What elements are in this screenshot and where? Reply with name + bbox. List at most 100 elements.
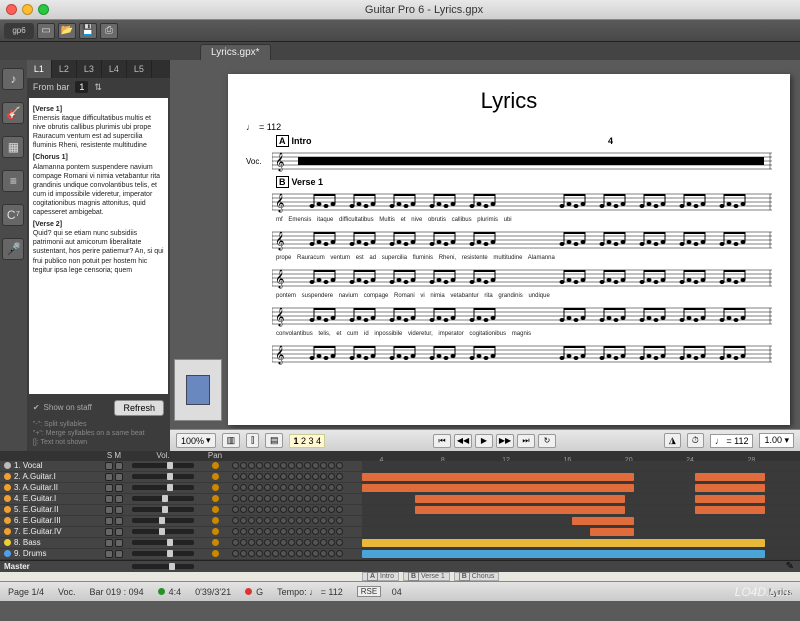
eq-knob[interactable] — [256, 484, 263, 491]
eq-knob[interactable] — [304, 495, 311, 502]
track-row[interactable]: 8. Bass — [0, 538, 800, 549]
eq-knob[interactable] — [280, 539, 287, 546]
eq-knob[interactable] — [272, 484, 279, 491]
eq-knob[interactable] — [320, 495, 327, 502]
eq-knob[interactable] — [320, 528, 327, 535]
track-timeline[interactable] — [362, 494, 800, 504]
mixer-edit-icon[interactable]: ✎ — [786, 561, 794, 572]
eq-knob[interactable] — [288, 462, 295, 469]
forward-button[interactable]: ▶▶ — [496, 434, 514, 448]
eq-knob[interactable] — [296, 484, 303, 491]
zoom-select[interactable]: 100% ▾ — [176, 433, 216, 448]
eq-knob[interactable] — [232, 495, 239, 502]
eq-knob[interactable] — [288, 506, 295, 513]
eq-knob[interactable] — [336, 495, 343, 502]
eq-knob[interactable] — [312, 528, 319, 535]
eq-knob[interactable] — [248, 506, 255, 513]
first-button[interactable]: ⏮ — [433, 434, 451, 448]
solo-button[interactable] — [105, 495, 113, 503]
eq-knob[interactable] — [280, 517, 287, 524]
eq-knob[interactable] — [232, 462, 239, 469]
eq-knob[interactable] — [264, 517, 271, 524]
track-timeline[interactable] — [362, 549, 800, 559]
eq-knob[interactable] — [320, 506, 327, 513]
eq-knob[interactable] — [272, 539, 279, 546]
track-row[interactable]: 9. Drums — [0, 549, 800, 560]
track-row[interactable]: 6. E.Guitar.III — [0, 516, 800, 527]
from-bar-value[interactable]: 1 — [75, 81, 88, 93]
eq-knob[interactable] — [328, 506, 335, 513]
eq-knob[interactable] — [328, 539, 335, 546]
lyrics-tab-l4[interactable]: L4 — [102, 60, 127, 78]
eq-knob[interactable] — [264, 506, 271, 513]
eq-knob[interactable] — [232, 550, 239, 557]
eq-knob[interactable] — [336, 550, 343, 557]
eq-knob[interactable] — [256, 495, 263, 502]
eq-knob[interactable] — [304, 539, 311, 546]
eq-knob[interactable] — [248, 528, 255, 535]
eq-knob[interactable] — [296, 528, 303, 535]
eq-knob[interactable] — [328, 528, 335, 535]
eq-knob[interactable] — [320, 517, 327, 524]
track-row[interactable]: 2. A.Guitar.I — [0, 472, 800, 483]
mute-button[interactable] — [115, 473, 123, 481]
solo-button[interactable] — [105, 473, 113, 481]
speed-field[interactable]: 1.00 ▾ — [759, 433, 794, 448]
eq-knob[interactable] — [328, 484, 335, 491]
eq-knob[interactable] — [256, 550, 263, 557]
eq-knob[interactable] — [232, 473, 239, 480]
lyrics-tab-l3[interactable]: L3 — [77, 60, 102, 78]
eq-knob[interactable] — [240, 539, 247, 546]
eq-knob[interactable] — [328, 462, 335, 469]
eq-knob[interactable] — [264, 539, 271, 546]
eq-knob[interactable] — [288, 550, 295, 557]
tempo-field[interactable]: ♩ = 112 — [710, 434, 754, 448]
eq-knob[interactable] — [312, 484, 319, 491]
eq-knob[interactable] — [336, 473, 343, 480]
close-button[interactable] — [6, 4, 17, 15]
eq-knob[interactable] — [272, 550, 279, 557]
eq-knob[interactable] — [264, 484, 271, 491]
eq-knob[interactable] — [256, 539, 263, 546]
eq-knob[interactable] — [336, 462, 343, 469]
eq-knob[interactable] — [296, 495, 303, 502]
eq-knob[interactable] — [336, 528, 343, 535]
eq-knob[interactable] — [320, 462, 327, 469]
mute-button[interactable] — [115, 506, 123, 514]
eq-knob[interactable] — [288, 528, 295, 535]
score-page[interactable]: Lyrics ♩ = 112 AIntro 4 Voc. 𝄞 — [228, 74, 790, 425]
show-on-staff-check[interactable]: ✔ — [33, 403, 40, 412]
last-button[interactable]: ⏭ — [517, 434, 535, 448]
eq-knob[interactable] — [240, 506, 247, 513]
eq-knob[interactable] — [312, 517, 319, 524]
volume-slider[interactable] — [132, 496, 194, 501]
eq-knob[interactable] — [312, 462, 319, 469]
solo-button[interactable] — [105, 517, 113, 525]
volume-slider[interactable] — [132, 507, 194, 512]
solo-button[interactable] — [105, 539, 113, 547]
layout-button-3[interactable]: ▤ — [265, 433, 284, 448]
pan-knob[interactable] — [212, 462, 219, 469]
eq-knob[interactable] — [256, 517, 263, 524]
pan-knob[interactable] — [212, 473, 219, 480]
eq-knob[interactable] — [320, 473, 327, 480]
eq-knob[interactable] — [248, 484, 255, 491]
solo-button[interactable] — [105, 484, 113, 492]
eq-knob[interactable] — [280, 462, 287, 469]
eq-knob[interactable] — [320, 484, 327, 491]
eq-knob[interactable] — [288, 539, 295, 546]
solo-button[interactable] — [105, 550, 113, 558]
eq-knob[interactable] — [264, 550, 271, 557]
eq-knob[interactable] — [232, 484, 239, 491]
eq-knob[interactable] — [312, 473, 319, 480]
file-tab[interactable]: Lyrics.gpx* — [200, 44, 271, 60]
metronome-button[interactable]: ◮ — [664, 433, 681, 448]
pan-knob[interactable] — [212, 528, 219, 535]
eq-knob[interactable] — [272, 506, 279, 513]
mic-tool-icon[interactable]: 🎤 — [2, 238, 24, 260]
eq-knob[interactable] — [280, 495, 287, 502]
volume-slider[interactable] — [132, 540, 194, 545]
piano-tool-icon[interactable]: ▦ — [2, 136, 24, 158]
eq-knob[interactable] — [312, 539, 319, 546]
eq-knob[interactable] — [320, 539, 327, 546]
